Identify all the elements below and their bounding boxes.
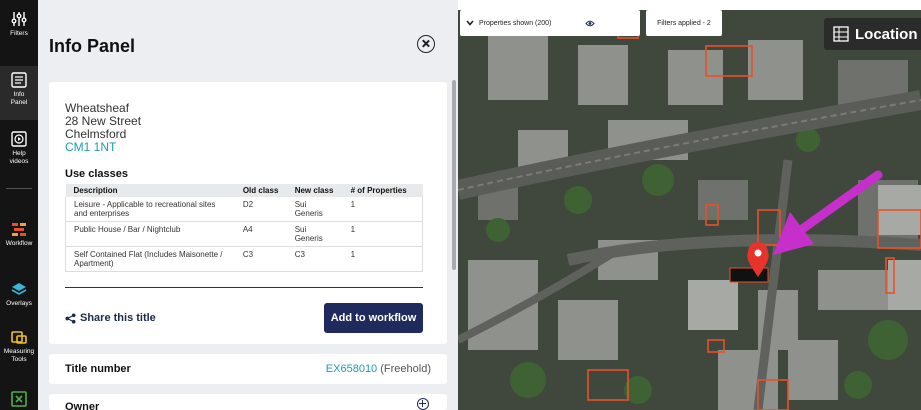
table-cell: C3 — [234, 246, 287, 272]
location-label: Location — [855, 25, 918, 43]
title-number-row: Title number EX658010 (Freehold) — [49, 354, 447, 384]
filters-applied-label: Filters applied - 2 — [657, 19, 711, 27]
table-cell: Self Contained Flat (Includes Maisonette… — [64, 246, 235, 272]
table-cell: A4 — [234, 221, 287, 247]
use-classes-title: Use classes — [65, 168, 128, 180]
property-card: Wheatsheaf 28 New Street Chelmsford CM1 … — [49, 82, 447, 344]
rail-divider — [6, 188, 32, 189]
share-label: Share this title — [80, 312, 156, 324]
table-cell: 1 — [342, 246, 423, 272]
filters-icon — [11, 12, 27, 26]
excel-icon — [11, 391, 27, 407]
expand-plus-icon[interactable] — [417, 398, 429, 410]
close-icon[interactable] — [417, 35, 435, 53]
table-cell: Sui Generis — [286, 197, 343, 222]
help-videos-icon — [11, 131, 27, 147]
rail-item-export[interactable] — [0, 390, 38, 410]
filters-applied-badge[interactable]: Filters applied - 2 — [646, 10, 722, 36]
info-panel: Info Panel Wheatsheaf 28 New Street Chel… — [38, 0, 458, 410]
table-cell: Leisure - Applicable to recreational sit… — [64, 197, 235, 222]
left-rail: Filters Info Panel Help videos Workflow … — [0, 0, 38, 410]
owner-label: Owner — [65, 401, 100, 410]
share-icon — [65, 312, 76, 324]
rail-item-info-panel[interactable]: Info Panel — [0, 66, 38, 120]
table-row: Self Contained Flat (Includes Maisonette… — [64, 246, 423, 272]
properties-shown-dropdown[interactable]: Properties shown (200) — [460, 10, 640, 36]
title-number-link[interactable]: EX658010 — [326, 363, 377, 375]
table-cell: Public House / Bar / Nightclub — [64, 221, 235, 247]
workflow-icon — [12, 223, 26, 236]
info-panel-icon — [11, 72, 27, 88]
title-number-label: Title number — [65, 363, 131, 375]
table-cell: C3 — [286, 246, 343, 272]
column-header: Old class — [234, 184, 287, 197]
column-header: Description — [65, 184, 235, 197]
rail-item-overlays[interactable]: Overlays — [0, 280, 38, 308]
eye-icon[interactable] — [585, 20, 596, 27]
title-number-value: EX658010 (Freehold) — [326, 363, 431, 375]
table-cell: 1 — [342, 221, 423, 247]
properties-shown-label: Properties shown (200) — [479, 19, 552, 27]
address-block: Wheatsheaf 28 New Street Chelmsford CM1 … — [65, 102, 141, 154]
table-cell: 1 — [342, 197, 423, 222]
tenure: (Freehold) — [380, 363, 431, 375]
table-cell: Sui Generis — [286, 221, 343, 247]
location-grid-icon — [833, 26, 849, 42]
chevron-down-icon — [466, 20, 474, 26]
add-to-workflow-button[interactable]: Add to workflow — [324, 303, 423, 333]
rail-label: Workflow — [5, 240, 33, 247]
rail-label: Filters — [10, 30, 28, 37]
panel-title: Info Panel — [49, 36, 136, 56]
location-button[interactable]: Location — [824, 18, 921, 50]
table-row: Public House / Bar / Nightclub A4 Sui Ge… — [64, 221, 423, 247]
column-header: # of Properties — [342, 184, 423, 197]
share-link[interactable]: Share this title — [65, 312, 156, 324]
table-cell: D2 — [234, 197, 287, 222]
rail-label: Help videos — [9, 150, 29, 165]
divider — [65, 287, 423, 288]
rail-label: Info Panel — [10, 91, 28, 106]
overlays-icon — [11, 283, 27, 295]
satellite-map — [458, 0, 921, 410]
map-view[interactable]: Properties shown (200) Filters applied -… — [458, 0, 921, 410]
map-top-bar — [458, 0, 921, 10]
rail-label: Measuring Tools — [3, 348, 35, 363]
rail-label: Overlays — [6, 300, 32, 307]
table-header-row: Description Old class New class # of Pro… — [65, 184, 423, 197]
use-classes-table: Description Old class New class # of Pro… — [64, 184, 423, 272]
column-header: New class — [286, 184, 343, 197]
table-row: Leisure - Applicable to recreational sit… — [64, 197, 423, 222]
owner-row[interactable]: Owner — [49, 394, 447, 410]
postcode: CM1 1NT — [65, 140, 117, 154]
measuring-tools-icon — [11, 331, 27, 344]
rail-item-help-videos[interactable]: Help videos — [0, 130, 38, 166]
rail-item-workflow[interactable]: Workflow — [0, 220, 38, 248]
rail-item-filters[interactable]: Filters — [0, 10, 38, 38]
panel-scrollbar[interactable] — [452, 80, 456, 270]
rail-item-measuring-tools[interactable]: Measuring Tools — [0, 328, 38, 364]
